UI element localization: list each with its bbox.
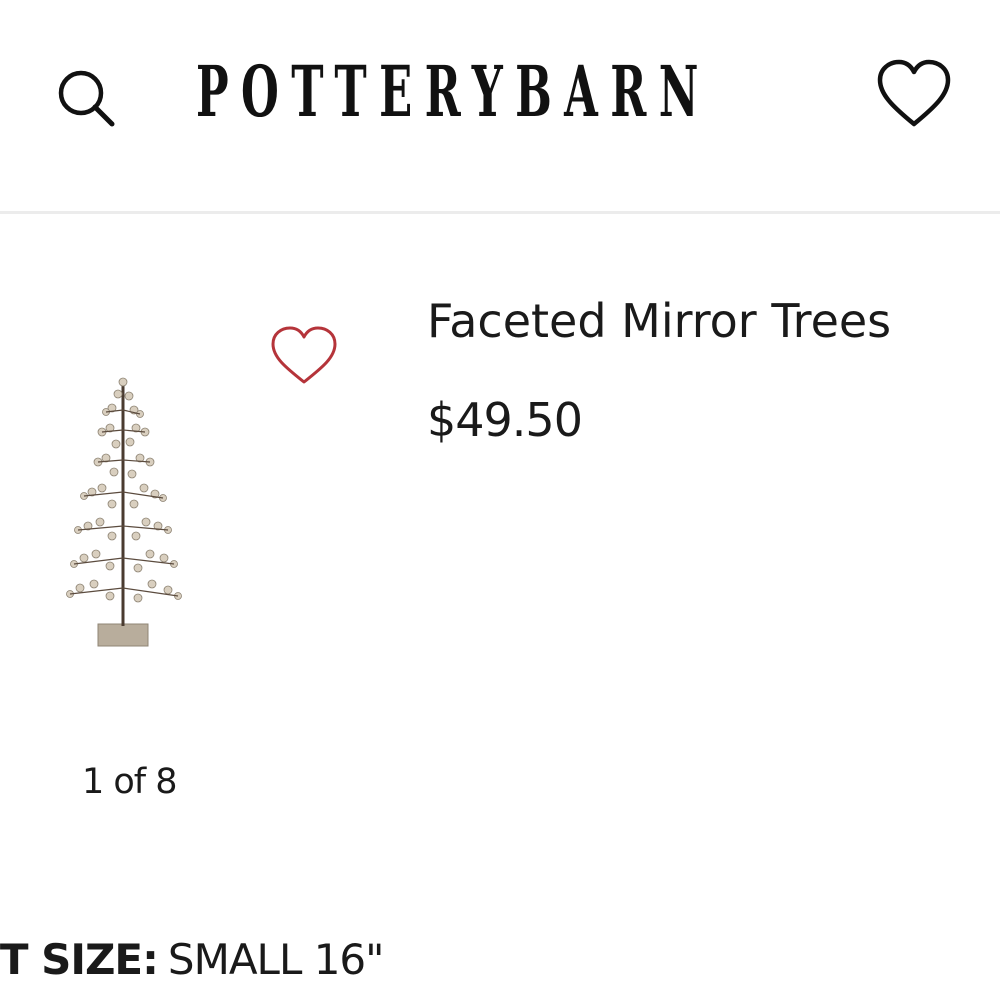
brand-logo[interactable]: POTTERYBARN bbox=[196, 52, 698, 132]
site-header: POTTERYBARN bbox=[0, 0, 1000, 214]
tree-image bbox=[66, 377, 182, 647]
product-page: POTTERYBARN 1 of 8 Faceted Mirror Trees … bbox=[0, 0, 1000, 1000]
wishlist-button[interactable] bbox=[872, 56, 956, 132]
size-selector[interactable]: CT SIZE:SMALL 16" bbox=[0, 932, 385, 988]
product-title: Faceted Mirror Trees bbox=[427, 294, 892, 348]
heart-outline-icon bbox=[877, 59, 951, 127]
search-button[interactable] bbox=[50, 62, 122, 134]
product-image[interactable] bbox=[60, 372, 188, 657]
heart-outline-icon bbox=[271, 326, 337, 384]
image-counter: 1 of 8 bbox=[82, 762, 178, 802]
favorite-button[interactable] bbox=[266, 322, 342, 388]
search-icon bbox=[58, 70, 115, 127]
product-price: $49.50 bbox=[427, 393, 583, 447]
size-label: CT SIZE: bbox=[0, 935, 159, 984]
size-value: SMALL 16" bbox=[167, 935, 385, 984]
